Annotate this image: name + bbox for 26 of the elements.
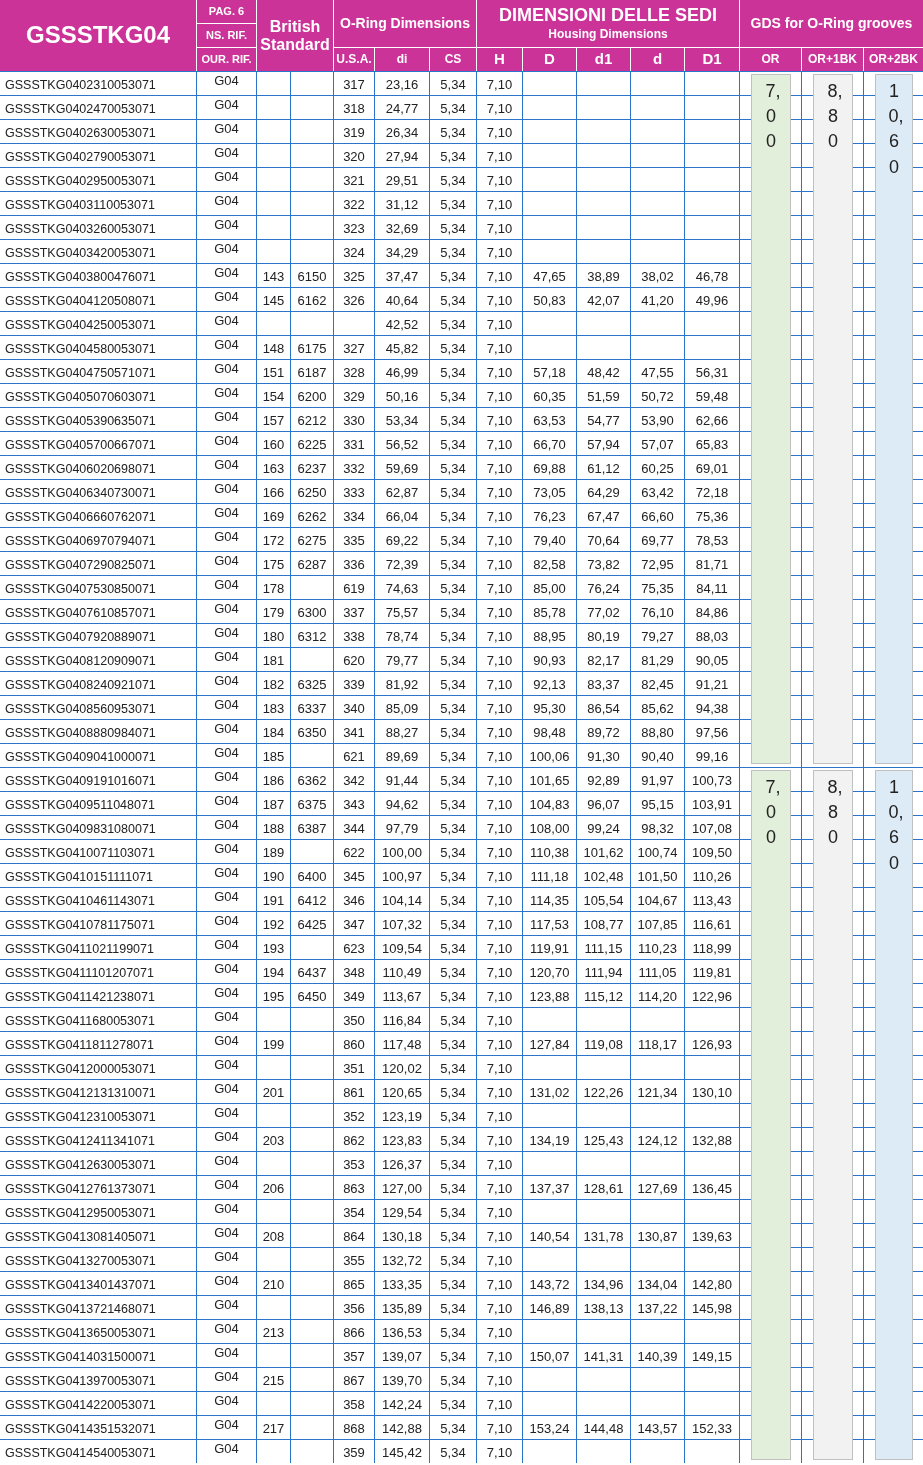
- groove-value: 7,00: [765, 80, 777, 154]
- groove-value: 7,00: [765, 776, 777, 850]
- header-cell: British Standard: [257, 0, 333, 71]
- column-header: OR: [740, 48, 801, 71]
- groove-value: 8,80: [827, 776, 839, 850]
- table-title: GSSSTKG04: [0, 0, 196, 71]
- header-cell: O-Ring Dimensions: [334, 0, 476, 47]
- header-cell: OUR. RIF.: [197, 48, 256, 71]
- column-header: d1: [577, 48, 630, 71]
- groove-value: 8,80: [827, 80, 839, 154]
- header-cell: NS. RIF.: [197, 24, 256, 47]
- column-header: OR+2BK: [864, 48, 923, 71]
- header-cell: GDS for O-Ring grooves: [740, 0, 923, 47]
- column-header: CS: [430, 48, 476, 71]
- section-title: DIMENSIONI DELLE SEDI: [499, 5, 717, 26]
- column-header: OR+1BK: [802, 48, 863, 71]
- column-header: U.S.A.: [334, 48, 374, 71]
- column-header: di: [375, 48, 429, 71]
- column-header: D1: [685, 48, 739, 71]
- column-header: d: [631, 48, 684, 71]
- column-header: D: [523, 48, 576, 71]
- section-subtitle: Housing Dimensions: [548, 28, 668, 42]
- groove-value: 10,60: [888, 80, 900, 179]
- column-header: H: [477, 48, 522, 71]
- groove-value: 10,60: [888, 776, 900, 875]
- header-cell: PAG. 6: [197, 0, 256, 23]
